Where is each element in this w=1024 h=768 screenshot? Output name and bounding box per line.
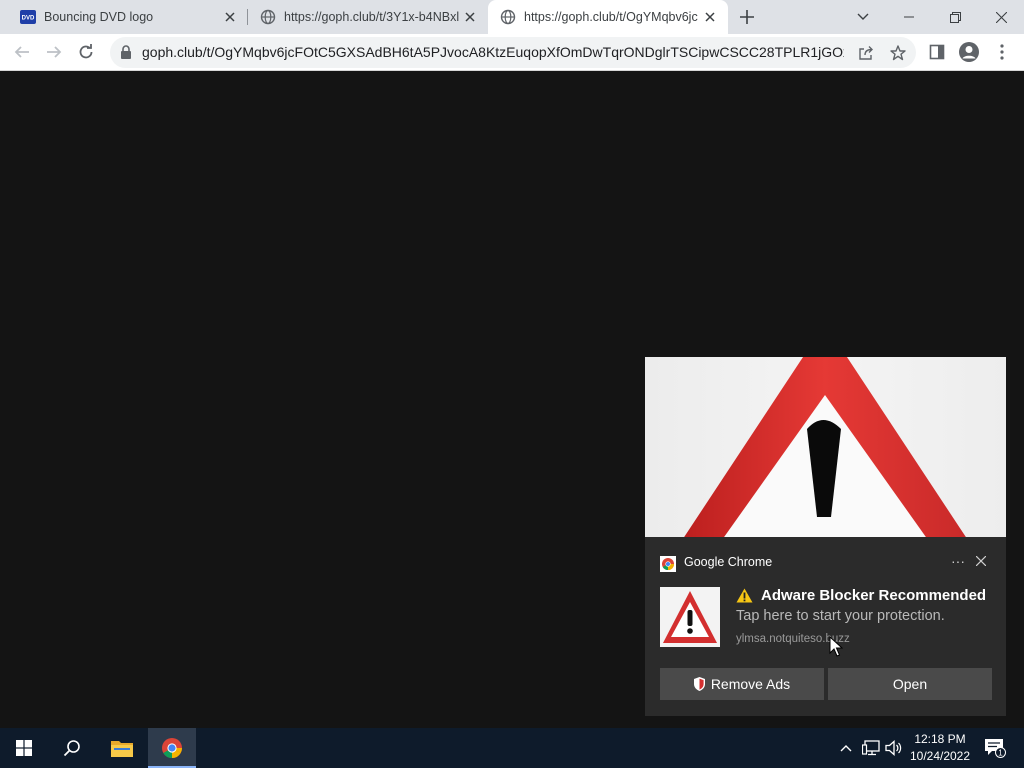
globe-icon <box>260 9 276 25</box>
new-tab-button[interactable] <box>737 7 757 27</box>
speaker-icon <box>885 740 902 756</box>
clock-time: 12:18 PM <box>914 732 966 746</box>
chrome-notification[interactable]: Google Chrome ··· Adware Blocker Recomme… <box>645 537 1006 716</box>
lock-icon[interactable] <box>120 45 132 59</box>
notification-count-badge: 1 <box>998 749 1003 758</box>
reload-icon <box>79 44 93 59</box>
network-button[interactable] <box>861 738 881 758</box>
search-icon <box>63 740 80 757</box>
restore-icon <box>949 11 961 23</box>
minimize-icon <box>904 16 914 18</box>
chrome-taskbar-button[interactable] <box>148 728 196 768</box>
tab-title: https://goph.club/t/3Y1x-b4NBxl <box>284 10 460 24</box>
warning-thumbnail-icon <box>660 587 720 647</box>
forward-button[interactable] <box>42 40 66 64</box>
open-label: Open <box>892 676 928 692</box>
kebab-menu-icon <box>1000 44 1004 60</box>
show-hidden-icons-button[interactable] <box>836 738 856 758</box>
open-button[interactable]: Open <box>828 668 992 700</box>
tab-goph-1[interactable]: https://goph.club/t/3Y1x-b4NBxl <box>248 0 488 34</box>
share-icon <box>859 46 873 60</box>
side-panel-button[interactable] <box>925 40 949 64</box>
close-tab-icon[interactable] <box>222 9 238 25</box>
side-panel-icon <box>929 44 945 60</box>
dismiss-notification-icon[interactable] <box>972 552 990 570</box>
arrow-left-icon <box>14 46 29 58</box>
menu-button[interactable] <box>990 40 1014 64</box>
remove-ads-button[interactable]: Remove Ads <box>660 668 824 700</box>
notification-source: ylmsa.notquiteso.buzz <box>736 633 850 645</box>
chrome-icon <box>162 738 183 759</box>
tab-strip: DVD Bouncing DVD logo https://goph.club/… <box>0 0 1024 34</box>
tab-title: https://goph.club/t/OgYMqbv6jc <box>524 10 698 24</box>
notification-hero-image[interactable] <box>645 357 1006 537</box>
tab-bouncing-dvd[interactable]: DVD Bouncing DVD logo <box>0 0 248 34</box>
remove-ads-label: Remove Ads <box>710 676 791 692</box>
action-center-button[interactable]: 1 <box>983 738 1007 758</box>
warning-icon <box>736 588 753 603</box>
close-tab-icon[interactable] <box>462 9 478 25</box>
globe-icon <box>500 9 516 25</box>
start-button[interactable] <box>0 728 48 768</box>
back-button[interactable] <box>10 40 34 64</box>
bookmark-button[interactable] <box>887 42 909 64</box>
file-explorer-button[interactable] <box>98 728 146 768</box>
action-center-icon: 1 <box>985 739 1006 758</box>
arrow-right-icon <box>47 46 62 58</box>
shield-icon <box>693 677 705 691</box>
browser-toolbar: goph.club/t/OgYMqbv6jcFOtC5GXSAdBH6tA5PJ… <box>0 34 1024 71</box>
tab-goph-2-active[interactable]: https://goph.club/t/OgYMqbv6jc <box>488 0 728 34</box>
windows-taskbar: 12:18 PM 10/24/2022 1 <box>0 728 1024 768</box>
profile-button[interactable] <box>957 40 981 64</box>
star-icon <box>890 45 906 61</box>
search-button[interactable] <box>48 728 96 768</box>
notification-app-name: Google Chrome <box>684 555 773 569</box>
more-options-icon[interactable]: ··· <box>948 551 968 571</box>
chevron-down-icon <box>857 13 869 20</box>
svg-text:DVD: DVD <box>22 16 35 22</box>
system-clock[interactable]: 12:18 PM 10/24/2022 <box>904 731 976 765</box>
windows-logo-icon <box>16 740 32 756</box>
notification-title: Adware Blocker Recommended <box>736 587 986 604</box>
plus-icon <box>740 10 754 24</box>
close-window-button[interactable] <box>978 0 1024 34</box>
dvd-logo-icon: DVD <box>20 10 36 24</box>
volume-button[interactable] <box>884 738 904 758</box>
folder-icon <box>111 741 133 757</box>
close-tab-icon[interactable] <box>702 9 718 25</box>
address-bar[interactable]: goph.club/t/OgYMqbv6jcFOtC5GXSAdBH6tA5PJ… <box>110 37 916 68</box>
share-button[interactable] <box>855 42 877 64</box>
network-icon <box>862 740 880 756</box>
url-text[interactable]: goph.club/t/OgYMqbv6jcFOtC5GXSAdBH6tA5PJ… <box>142 37 844 68</box>
notification-title-text: Adware Blocker Recommended <box>761 587 987 604</box>
restore-button[interactable] <box>932 0 978 34</box>
warning-triangle-icon <box>684 357 967 537</box>
tab-search-button[interactable] <box>840 0 886 34</box>
avatar-icon <box>959 42 979 62</box>
reload-button[interactable] <box>74 40 98 64</box>
chevron-up-icon <box>840 745 852 752</box>
tab-title: Bouncing DVD logo <box>44 10 154 24</box>
minimize-button[interactable] <box>886 0 932 34</box>
chrome-icon <box>660 556 676 572</box>
clock-date: 10/24/2022 <box>909 749 971 763</box>
close-icon <box>995 11 1007 23</box>
notification-body: Tap here to start your protection. <box>736 608 945 624</box>
